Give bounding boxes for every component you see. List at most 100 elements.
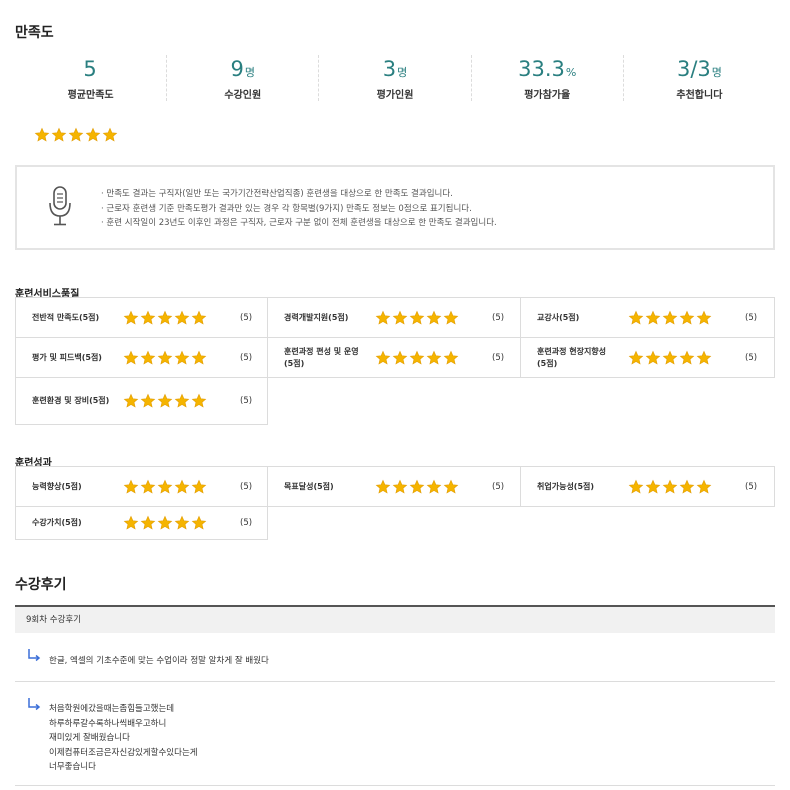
review-item: 한글, 엑셀의 기초수준에 맞는 수업이라 정말 알차게 잘 배웠다 [15, 633, 775, 682]
stat-label: 평균만족도 [67, 90, 114, 101]
star-icon [375, 310, 391, 326]
stat-recommend: 3/3명 추천합니다 [624, 55, 775, 101]
rating-score: (5) [745, 352, 758, 363]
star-icon [443, 479, 459, 495]
review-round-tab[interactable]: 9회차 수강후기 [15, 605, 775, 633]
star-icon [157, 393, 173, 409]
notice-item: 근로자 훈련생 기준 만족도평가 결과만 있는 경우 각 항목별(9가지) 만족… [101, 202, 497, 217]
star-icon [426, 310, 442, 326]
star-icon [85, 127, 101, 143]
stat-value: 5 [83, 57, 97, 81]
star-icon [123, 515, 139, 531]
rating-cell: 훈련환경 및 장비(5점) (5) [15, 378, 268, 425]
stat-value: 33.3 [518, 57, 565, 81]
rating-label: 취업가능성(5점) [537, 481, 595, 491]
reply-arrow-icon [27, 696, 41, 711]
rating-label: 훈련과정 현장지향성(5점) [537, 346, 607, 368]
rating-cell: 평가 및 피드백(5점) (5) [15, 338, 268, 378]
rating-label: 수강가치(5점) [32, 518, 82, 527]
star-icon [123, 310, 139, 326]
star-icon [679, 310, 695, 326]
star-icon [157, 515, 173, 531]
star-icon [409, 350, 425, 366]
notice-list: 만족도 결과는 구직자(일반 또는 국가기간전략산업직종) 훈련생을 대상으로 … [101, 187, 497, 231]
outcomes-table: 능력향상(5점) (5) 목표달성(5점) (5) 취업가능성(5점) (5) … [15, 466, 775, 540]
rating-label: 교강사(5점) [537, 312, 580, 322]
star-icon [409, 310, 425, 326]
star-icon [679, 350, 695, 366]
star-icon [375, 479, 391, 495]
star-icon [696, 350, 712, 366]
star-icon [157, 479, 173, 495]
overall-rating-stars [34, 127, 118, 143]
star-icon [68, 127, 84, 143]
stat-unit: 명 [244, 66, 256, 79]
rating-cell: 훈련과정 편성 및 운영(5점) (5) [268, 338, 521, 378]
reply-arrow-icon [27, 647, 41, 662]
rating-stars [628, 310, 712, 326]
star-icon [392, 310, 408, 326]
service-quality-table: 전반적 만족도(5점) (5) 경력개발지원(5점) (5) 교강사(5점) (… [15, 297, 775, 425]
rating-cell: 목표달성(5점) (5) [268, 467, 521, 507]
star-icon [375, 350, 391, 366]
star-icon [174, 350, 190, 366]
star-icon [392, 350, 408, 366]
star-icon [662, 350, 678, 366]
rating-score: (5) [240, 352, 253, 363]
rating-score: (5) [240, 312, 253, 323]
star-icon [140, 479, 156, 495]
stat-label: 평가참가율 [524, 90, 571, 101]
star-icon [426, 479, 442, 495]
rating-score: (5) [240, 518, 253, 528]
star-icon [443, 350, 459, 366]
star-icon [123, 393, 139, 409]
rating-stars [123, 479, 207, 495]
rating-stars [123, 350, 207, 366]
rating-score: (5) [745, 312, 758, 323]
notice-item: 훈련 시작일이 23년도 이후인 과정은 구직자, 근로자 구분 없이 전체 훈… [101, 216, 496, 231]
rating-score: (5) [240, 396, 253, 406]
stat-unit: % [565, 66, 577, 79]
star-icon [174, 310, 190, 326]
star-icon [123, 479, 139, 495]
review-text: 한글, 엑셀의 기초수준에 맞는 수업이라 정말 알차게 잘 배웠다 [49, 656, 269, 666]
star-icon [191, 310, 207, 326]
rating-stars [628, 350, 712, 366]
star-icon [191, 350, 207, 366]
review-text: 처음학원에갔을때는좀힘들고했는데 하루하루갈수록하나씩배우고하니 재미있게 잘배… [49, 704, 198, 772]
microphone-icon [47, 185, 73, 227]
star-icon [51, 127, 67, 143]
star-icon [628, 310, 644, 326]
review-item: 처음학원에갔을때는좀힘들고했는데 하루하루갈수록하나씩배우고하니 재미있게 잘배… [15, 682, 775, 786]
stat-unit: 명 [711, 66, 722, 79]
star-icon [696, 310, 712, 326]
star-icon [102, 127, 118, 143]
star-icon [140, 515, 156, 531]
star-icon [191, 393, 207, 409]
rating-label: 훈련과정 편성 및 운영(5점) [284, 346, 359, 368]
star-icon [645, 310, 661, 326]
star-icon [157, 310, 173, 326]
star-icon [696, 479, 712, 495]
star-icon [191, 479, 207, 495]
star-icon [174, 479, 190, 495]
rating-label: 평가 및 피드백(5점) [32, 352, 102, 362]
rating-cell: 교강사(5점) (5) [521, 298, 775, 338]
rating-label: 목표달성(5점) [284, 481, 334, 491]
star-icon [628, 350, 644, 366]
star-icon [662, 479, 678, 495]
rating-cell: 훈련과정 현장지향성(5점) (5) [521, 338, 775, 378]
rating-label: 전반적 만족도(5점) [32, 312, 100, 322]
stat-label: 평가인원 [376, 90, 414, 101]
rating-cell: 전반적 만족도(5점) (5) [15, 298, 268, 338]
star-icon [140, 310, 156, 326]
stat-average-satisfaction: 5 평균만족도 [15, 55, 168, 101]
star-icon [628, 479, 644, 495]
star-icon [645, 350, 661, 366]
stat-participation-rate: 33.3% 평가참가율 [472, 55, 624, 101]
star-icon [174, 393, 190, 409]
notice-box: 만족도 결과는 구직자(일반 또는 국가기간전략산업직종) 훈련생을 대상으로 … [15, 165, 775, 250]
star-icon [123, 350, 139, 366]
rating-cell: 능력향상(5점) (5) [15, 467, 268, 507]
satisfaction-title: 만족도 [15, 25, 54, 41]
